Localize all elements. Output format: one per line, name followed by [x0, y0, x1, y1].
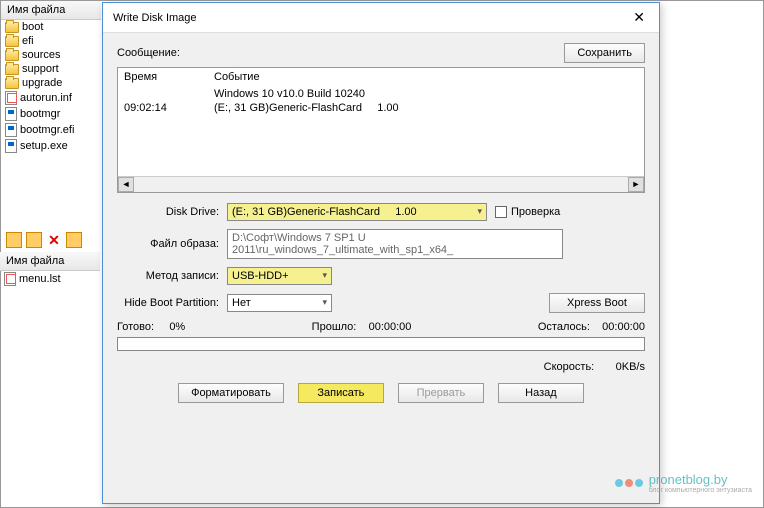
folder-icon	[5, 22, 19, 33]
file-label: autorun.inf	[20, 92, 72, 104]
file-list-top: Имя файла boot efi sources support upgra…	[1, 1, 101, 154]
folder-icon	[5, 78, 19, 89]
watermark-text: pronetblog.by	[649, 472, 728, 487]
close-button[interactable]: ✕	[629, 9, 649, 26]
format-button[interactable]: Форматировать	[178, 383, 284, 403]
remain-label: Осталось:	[538, 321, 590, 333]
scroll-right-icon[interactable]: ►	[628, 177, 644, 192]
folder-icon	[5, 36, 19, 47]
toolbar: ✕	[2, 230, 86, 250]
speed-label: Скорость:	[544, 361, 595, 373]
hide-boot-label: Hide Boot Partition:	[117, 297, 227, 309]
verify-label: Проверка	[511, 206, 560, 218]
folder-label: sources	[22, 49, 61, 61]
back-button[interactable]: Назад	[498, 383, 584, 403]
folder-icon	[5, 50, 19, 61]
main-window: Имя файла boot efi sources support upgra…	[0, 0, 764, 508]
dialog-body: Сообщение: Сохранить Время Событие Windo…	[103, 33, 659, 413]
rename-icon[interactable]	[66, 232, 82, 248]
file-icon	[5, 139, 17, 153]
file-label: bootmgr	[20, 108, 60, 120]
log-box: Время Событие Windows 10 v10.0 Build 102…	[117, 67, 645, 193]
folder-label: upgrade	[22, 77, 62, 89]
file-label: setup.exe	[20, 140, 68, 152]
log-event: (E:, 31 GB)Generic-FlashCard 1.00	[214, 102, 399, 114]
file-list-header[interactable]: Имя файла	[0, 252, 100, 271]
ready-label: Готово:	[117, 321, 154, 333]
file-item[interactable]: setup.exe	[1, 138, 101, 154]
file-item[interactable]: menu.lst	[0, 271, 100, 287]
file-icon	[5, 123, 17, 137]
log-event-header[interactable]: Событие	[214, 71, 260, 83]
watermark-dot-icon	[635, 479, 643, 487]
horizontal-scrollbar[interactable]: ◄ ►	[118, 176, 644, 192]
log-event: Windows 10 v10.0 Build 10240	[214, 88, 365, 100]
message-label: Сообщение:	[117, 47, 180, 59]
folder-item[interactable]: boot	[1, 20, 101, 34]
speed-value: 0KB/s	[616, 361, 645, 373]
watermark: pronetblog.by блог компьютерного энтузиа…	[615, 472, 752, 494]
write-disk-image-dialog: Write Disk Image ✕ Сообщение: Сохранить …	[102, 2, 660, 504]
folder-item[interactable]: sources	[1, 48, 101, 62]
file-icon	[5, 91, 17, 105]
log-time-header[interactable]: Время	[124, 71, 214, 83]
elapsed-value: 00:00:00	[369, 321, 412, 333]
write-method-label: Метод записи:	[117, 270, 227, 282]
disk-drive-select[interactable]: (E:, 31 GB)Generic-FlashCard 1.00	[227, 203, 487, 221]
folder-label: boot	[22, 21, 43, 33]
dialog-title-text: Write Disk Image	[113, 12, 197, 24]
folder-item[interactable]: upgrade	[1, 76, 101, 90]
progress-bar	[117, 337, 645, 351]
folder-item[interactable]: efi	[1, 34, 101, 48]
verify-checkbox[interactable]	[495, 206, 507, 218]
log-row: Windows 10 v10.0 Build 10240	[118, 87, 644, 101]
folder-icon	[5, 64, 19, 75]
delete-icon[interactable]: ✕	[46, 232, 62, 248]
file-icon	[4, 272, 16, 286]
write-button[interactable]: Записать	[298, 383, 384, 403]
file-label: menu.lst	[19, 273, 61, 285]
add-icon[interactable]	[26, 232, 42, 248]
write-method-select[interactable]: USB-HDD+	[227, 267, 332, 285]
log-time	[124, 88, 214, 100]
disk-drive-label: Disk Drive:	[117, 206, 227, 218]
scroll-left-icon[interactable]: ◄	[118, 177, 134, 192]
log-time: 09:02:14	[124, 102, 214, 114]
folder-label: efi	[22, 35, 34, 47]
watermark-subtext: блог компьютерного энтузиаста	[649, 487, 752, 494]
hide-boot-select[interactable]: Нет	[227, 294, 332, 312]
image-file-label: Файл образа:	[117, 238, 227, 250]
folder-label: support	[22, 63, 59, 75]
watermark-dot-icon	[625, 479, 633, 487]
ready-value: 0%	[169, 321, 185, 333]
watermark-dot-icon	[615, 479, 623, 487]
xpress-boot-button[interactable]: Xpress Boot	[549, 293, 645, 313]
save-button[interactable]: Сохранить	[564, 43, 645, 63]
file-list-bottom: Имя файла menu.lst	[0, 252, 100, 287]
file-label: bootmgr.efi	[20, 124, 74, 136]
dialog-titlebar: Write Disk Image ✕	[103, 3, 659, 33]
abort-button[interactable]: Прервать	[398, 383, 484, 403]
folder-item[interactable]: support	[1, 62, 101, 76]
log-row: 09:02:14 (E:, 31 GB)Generic-FlashCard 1.…	[118, 101, 644, 115]
file-item[interactable]: bootmgr	[1, 106, 101, 122]
file-icon	[5, 107, 17, 121]
file-list-header[interactable]: Имя файла	[1, 1, 101, 20]
new-folder-icon[interactable]	[6, 232, 22, 248]
remain-value: 00:00:00	[602, 321, 645, 333]
file-item[interactable]: bootmgr.efi	[1, 122, 101, 138]
file-item[interactable]: autorun.inf	[1, 90, 101, 106]
elapsed-label: Прошло:	[312, 321, 357, 333]
image-file-input[interactable]: D:\Софт\Windows 7 SP1 U 2011\ru_windows_…	[227, 229, 563, 259]
